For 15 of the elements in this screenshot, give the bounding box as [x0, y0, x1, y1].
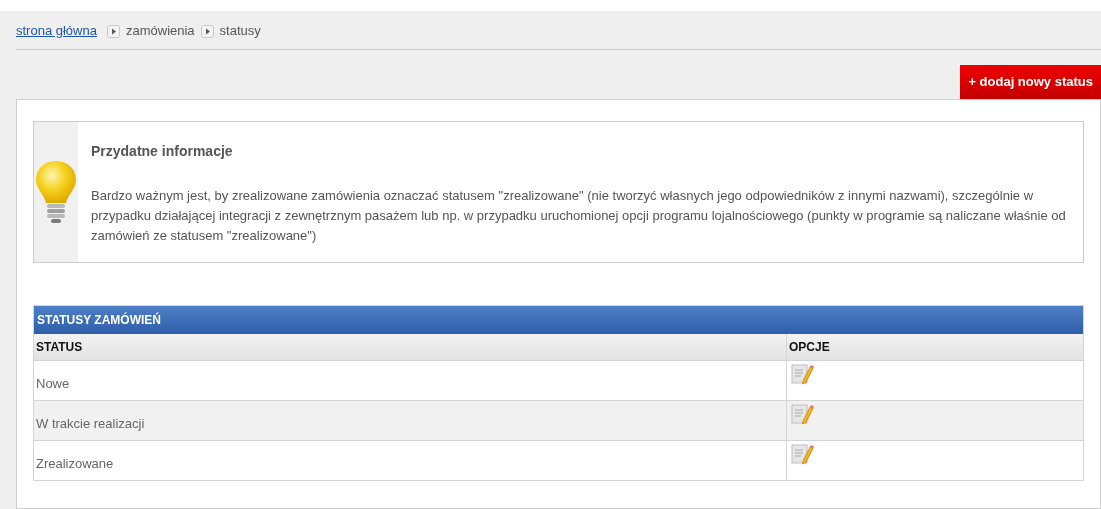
status-cell-text: Zrealizowane	[36, 454, 114, 473]
breadcrumb-item: zamówienia	[125, 22, 195, 41]
add-status-button[interactable]: + dodaj nowy status	[960, 65, 1101, 99]
lightbulb-icon	[34, 159, 78, 225]
info-title: Przydatne informacje	[91, 142, 234, 161]
edit-icon[interactable]	[791, 403, 815, 425]
breadcrumb-item: statusy	[219, 22, 261, 41]
edit-icon[interactable]	[791, 363, 815, 385]
status-cell-text: W trakcie realizacji	[36, 414, 145, 433]
breadcrumb-link[interactable]: strona główna	[16, 21, 101, 41]
column-header: OPCJE	[788, 339, 831, 356]
table-title: STATUSY ZAMÓWIEŃ	[34, 306, 1083, 334]
status-cell-text: Nowe	[36, 374, 70, 393]
edit-icon[interactable]	[791, 443, 815, 465]
info-text: Bardzo ważnym jest, by zrealizowane zamówienia oznaczać statusem "zrealizowane" (nie tworzyć własnych jego odpowiedników z innymi nazwami), szczególnie w przypadku działającej integracji z zewnętrznym pasażem lub np. w przypadku uruchomionej opcji programu lojalnościowego (punkty w programie są naliczane właśnie od zamówień ze statusem "zrealizowane")	[91, 187, 1067, 245]
